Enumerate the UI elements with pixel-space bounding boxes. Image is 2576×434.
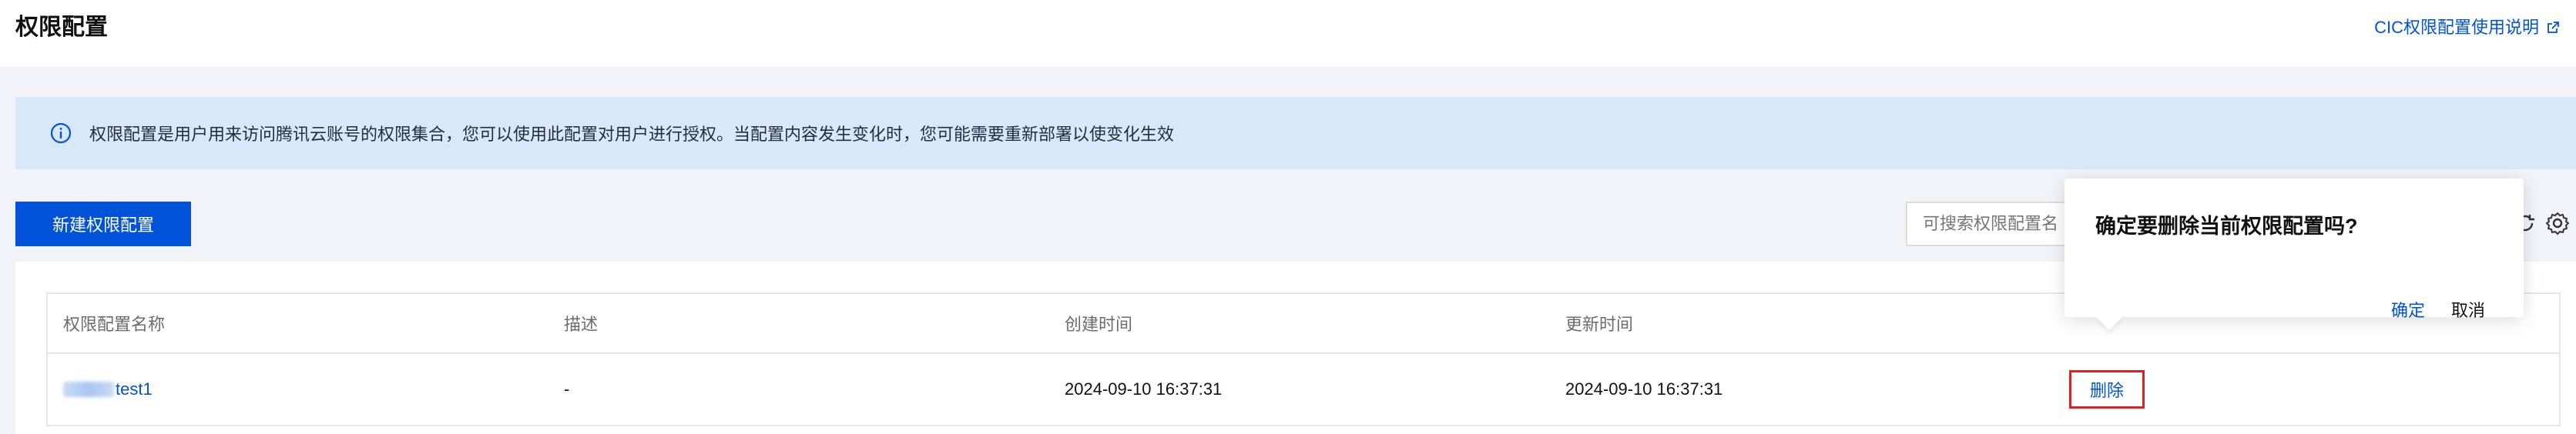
notice-text: 权限配置是用户用来访问腾讯云账号的权限集合，您可以使用此配置对用户进行授权。当配… xyxy=(89,125,1175,144)
create-permission-config-button[interactable]: 新建权限配置 xyxy=(15,202,191,246)
table-row: test1 - 2024-09-10 16:37:31 2024-09-10 1… xyxy=(48,354,2559,426)
permission-config-link[interactable]: test1 xyxy=(63,379,153,399)
cell-description: - xyxy=(564,379,570,399)
column-header-created: 创建时间 xyxy=(1065,315,1133,334)
delete-confirm-popover: 确定要删除当前权限配置吗? 确定 取消 xyxy=(2064,179,2524,320)
help-link-label: CIC权限配置使用说明 xyxy=(2374,18,2539,37)
cell-updated: 2024-09-10 16:37:31 xyxy=(1565,379,1723,399)
help-link[interactable]: CIC权限配置使用说明 xyxy=(2374,12,2561,43)
cancel-button[interactable]: 取消 xyxy=(2451,297,2485,322)
gear-icon[interactable] xyxy=(2545,211,2570,235)
search-input[interactable] xyxy=(1906,202,2091,246)
confirm-button[interactable]: 确定 xyxy=(2391,297,2425,322)
external-link-icon xyxy=(2547,22,2559,33)
permission-config-name: test1 xyxy=(116,379,153,399)
cell-actions: 删除 xyxy=(2051,354,2559,425)
column-header-description: 描述 xyxy=(564,315,599,334)
popover-actions: 确定 取消 xyxy=(2391,297,2485,322)
popover-title: 确定要删除当前权限配置吗? xyxy=(2095,215,2358,238)
cell-created: 2024-09-10 16:37:31 xyxy=(1065,379,1223,399)
redacted-prefix xyxy=(63,382,114,397)
delete-button[interactable]: 删除 xyxy=(2069,370,2145,409)
top-bar: 权限配置 CIC权限配置使用说明 xyxy=(0,0,2576,66)
column-header-updated: 更新时间 xyxy=(1565,315,1634,334)
info-notice: 权限配置是用户用来访问腾讯云账号的权限集合，您可以使用此配置对用户进行授权。当配… xyxy=(15,97,2576,169)
cell-name: test1 xyxy=(48,354,548,425)
column-header-name: 权限配置名称 xyxy=(63,315,166,334)
page-title: 权限配置 xyxy=(15,15,108,40)
info-icon xyxy=(50,122,72,144)
